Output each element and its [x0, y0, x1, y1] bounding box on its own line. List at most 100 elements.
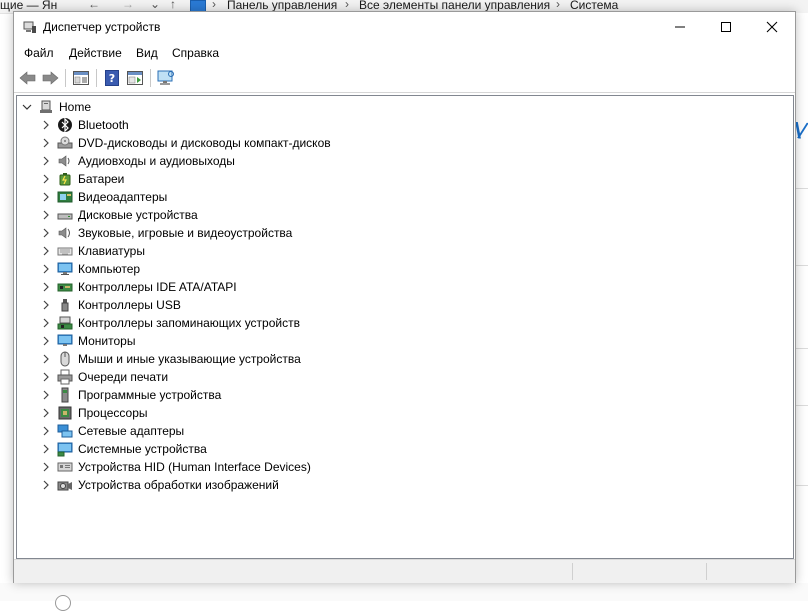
expand-button[interactable]	[40, 136, 52, 150]
tree-item-label[interactable]: Контроллеры запоминающих устройств	[78, 316, 300, 330]
tree-item-label[interactable]: Системные устройства	[78, 442, 207, 456]
tree-root-label[interactable]: Home	[59, 100, 91, 114]
tree-item-label[interactable]: Bluetooth	[78, 118, 129, 132]
tree-item-label[interactable]: Мыши и иные указывающие устройства	[78, 352, 301, 366]
tree-item-label[interactable]: Очереди печати	[78, 370, 168, 384]
tree-item-label[interactable]: Программные устройства	[78, 388, 221, 402]
tree-item[interactable]: Мыши и иные указывающие устройства	[17, 350, 793, 368]
tree-item-label[interactable]: Звуковые, игровые и видеоустройства	[78, 226, 292, 240]
tree-item[interactable]: Сетевые адаптеры	[17, 422, 793, 440]
chevron-right-icon	[43, 210, 49, 220]
tree-item[interactable]: Контроллеры запоминающих устройств	[17, 314, 793, 332]
forward-button[interactable]	[40, 68, 60, 88]
svg-text:?: ?	[109, 72, 115, 85]
expand-button[interactable]	[40, 316, 52, 330]
tree-item[interactable]: Устройства обработки изображений	[17, 476, 793, 494]
tree-root-row[interactable]: Home	[17, 98, 793, 116]
tree-item[interactable]: DVD-дисководы и дисководы компакт-дисков	[17, 134, 793, 152]
expand-button[interactable]	[40, 244, 52, 258]
tree-item[interactable]: Звуковые, игровые и видеоустройства	[17, 224, 793, 242]
expand-button[interactable]	[40, 388, 52, 402]
minimize-button[interactable]	[657, 12, 703, 42]
expand-button[interactable]	[40, 118, 52, 132]
battery-icon	[59, 173, 71, 186]
menu-bar: Файл Действие Вид Справка	[14, 42, 795, 64]
tree-item-label[interactable]: Устройства HID (Human Interface Devices)	[78, 460, 311, 474]
back-button[interactable]	[18, 68, 38, 88]
network-adapter-icon	[57, 424, 73, 438]
expand-button[interactable]	[40, 406, 52, 420]
expand-button[interactable]	[40, 334, 52, 348]
tree-item-label[interactable]: Устройства обработки изображений	[78, 478, 279, 492]
scan-hardware-button[interactable]	[156, 68, 176, 88]
expand-button[interactable]	[40, 424, 52, 438]
device-tree[interactable]: Home Bluetooth DVD-дисководы и дисководы …	[16, 95, 794, 559]
update-driver-button[interactable]	[125, 68, 145, 88]
status-bar-divider	[706, 563, 707, 580]
help-button[interactable]: ?	[102, 68, 122, 88]
tree-item[interactable]: Очереди печати	[17, 368, 793, 386]
tree-item-label[interactable]: Сетевые адаптеры	[78, 424, 184, 438]
tree-item[interactable]: Батареи	[17, 170, 793, 188]
bluetooth-icon	[58, 117, 72, 133]
tree-item-label[interactable]: Аудиовходы и аудиовыходы	[78, 154, 235, 168]
show-hide-console-tree-button[interactable]	[71, 68, 91, 88]
ide-controller-icon	[57, 283, 73, 292]
tree-item[interactable]: Bluetooth	[17, 116, 793, 134]
menu-action[interactable]: Действие	[69, 46, 122, 60]
expand-button[interactable]	[40, 478, 52, 492]
tree-item[interactable]: Дисковые устройства	[17, 206, 793, 224]
speaker-icon	[58, 155, 70, 167]
menu-file[interactable]: Файл	[24, 46, 54, 60]
expand-button[interactable]	[40, 280, 52, 294]
expand-button[interactable]	[40, 226, 52, 240]
status-bar-divider	[572, 563, 573, 580]
tree-item-label[interactable]: Процессоры	[78, 406, 148, 420]
expand-button[interactable]	[40, 172, 52, 186]
expand-button[interactable]	[40, 298, 52, 312]
close-icon	[766, 21, 778, 33]
chevron-right-icon	[43, 246, 49, 256]
chevron-right-icon	[43, 120, 49, 130]
toolbar-separator	[65, 69, 66, 87]
maximize-button[interactable]	[703, 12, 749, 42]
menu-view[interactable]: Вид	[136, 46, 158, 60]
tree-item[interactable]: Контроллеры IDE ATA/ATAPI	[17, 278, 793, 296]
tree-item[interactable]: Программные устройства	[17, 386, 793, 404]
status-bar	[14, 559, 795, 583]
expand-button[interactable]	[40, 460, 52, 474]
tree-item[interactable]: Компьютер	[17, 260, 793, 278]
menu-help[interactable]: Справка	[172, 46, 219, 60]
expand-button[interactable]	[40, 370, 52, 384]
tree-item[interactable]: Процессоры	[17, 404, 793, 422]
toolbar: ?	[14, 64, 795, 93]
tree-item-label[interactable]: Клавиатуры	[78, 244, 145, 258]
expand-button[interactable]	[40, 352, 52, 366]
tree-item[interactable]: Аудиовходы и аудиовыходы	[17, 152, 793, 170]
title-bar[interactable]: Диспетчер устройств	[14, 12, 795, 42]
close-button[interactable]	[749, 12, 795, 42]
tree-item-label[interactable]: Компьютер	[78, 262, 140, 276]
expand-button[interactable]	[40, 208, 52, 222]
mouse-icon	[60, 351, 70, 367]
tree-item-label[interactable]: Батареи	[78, 172, 124, 186]
tree-item[interactable]: Контроллеры USB	[17, 296, 793, 314]
tree-item-label[interactable]: DVD-дисководы и дисководы компакт-дисков	[78, 136, 331, 150]
tree-item[interactable]: Устройства HID (Human Interface Devices)	[17, 458, 793, 476]
expand-button[interactable]	[40, 154, 52, 168]
collapse-button[interactable]	[21, 100, 33, 114]
tree-item-label[interactable]: Контроллеры USB	[78, 298, 181, 312]
tree-item[interactable]: Мониторы	[17, 332, 793, 350]
tree-item-label[interactable]: Дисковые устройства	[78, 208, 198, 222]
tree-item[interactable]: Системные устройства	[17, 440, 793, 458]
tree-item-label[interactable]: Мониторы	[78, 334, 135, 348]
back-arrow-icon	[19, 71, 36, 85]
tree-item-label[interactable]: Контроллеры IDE ATA/ATAPI	[78, 280, 237, 294]
tree-item[interactable]: Видеоадаптеры	[17, 188, 793, 206]
expand-button[interactable]	[40, 262, 52, 276]
expand-button[interactable]	[40, 190, 52, 204]
expand-button[interactable]	[40, 442, 52, 456]
hid-icon	[57, 462, 73, 472]
tree-item-label[interactable]: Видеоадаптеры	[78, 190, 167, 204]
tree-item[interactable]: Клавиатуры	[17, 242, 793, 260]
